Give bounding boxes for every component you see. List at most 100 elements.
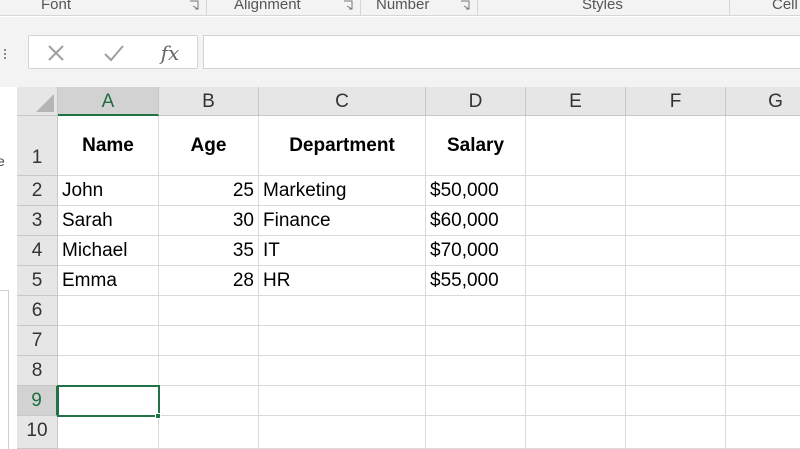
column-header-a[interactable]: A bbox=[58, 87, 159, 116]
cell-g7[interactable] bbox=[726, 326, 800, 356]
row-header-6[interactable]: 6 bbox=[17, 296, 58, 326]
dialog-launcher-icon[interactable] bbox=[189, 0, 199, 10]
cell-d8[interactable] bbox=[426, 356, 526, 386]
ribbon-group-label: Styles bbox=[582, 0, 623, 13]
row-header-7[interactable]: 7 bbox=[17, 326, 58, 356]
cell-c1[interactable]: Department bbox=[259, 116, 426, 176]
cell-e4[interactable] bbox=[526, 236, 626, 266]
cell-e7[interactable] bbox=[526, 326, 626, 356]
cell-b3[interactable]: 30 bbox=[159, 206, 259, 236]
cell-g8[interactable] bbox=[726, 356, 800, 386]
cell-b4[interactable]: 35 bbox=[159, 236, 259, 266]
select-all-button[interactable] bbox=[17, 87, 58, 116]
cell-d1[interactable]: Salary bbox=[426, 116, 526, 176]
row-header-4[interactable]: 4 bbox=[17, 236, 58, 266]
cell-c5[interactable]: HR bbox=[259, 266, 426, 296]
row-header-10[interactable]: 10 bbox=[17, 416, 58, 449]
cell-a6[interactable] bbox=[58, 296, 159, 326]
row-header-3[interactable]: 3 bbox=[17, 206, 58, 236]
cell-a1[interactable]: Name bbox=[58, 116, 159, 176]
cell-e3[interactable] bbox=[526, 206, 626, 236]
column-header-b[interactable]: B bbox=[159, 87, 259, 116]
fill-handle[interactable] bbox=[155, 413, 161, 419]
cell-f5[interactable] bbox=[626, 266, 726, 296]
grip-handle-icon[interactable] bbox=[2, 47, 8, 61]
cell-c7[interactable] bbox=[259, 326, 426, 356]
cell-e10[interactable] bbox=[526, 416, 626, 449]
cell-e6[interactable] bbox=[526, 296, 626, 326]
cell-f3[interactable] bbox=[626, 206, 726, 236]
cell-a7[interactable] bbox=[58, 326, 159, 356]
column-header-g[interactable]: G bbox=[726, 87, 800, 116]
cell-b2[interactable]: 25 bbox=[159, 176, 259, 206]
cell-b6[interactable] bbox=[159, 296, 259, 326]
cell-g9[interactable] bbox=[726, 386, 800, 416]
column-header-e[interactable]: E bbox=[526, 87, 626, 116]
cell-g4[interactable] bbox=[726, 236, 800, 266]
cell-d3[interactable]: $60,000 bbox=[426, 206, 526, 236]
cell-a3[interactable]: Sarah bbox=[58, 206, 159, 236]
row-header-9[interactable]: 9 bbox=[17, 386, 58, 416]
cell-f10[interactable] bbox=[626, 416, 726, 449]
cell-a10[interactable] bbox=[58, 416, 159, 449]
cell-a8[interactable] bbox=[58, 356, 159, 386]
cell-b10[interactable] bbox=[159, 416, 259, 449]
checkmark-icon[interactable] bbox=[99, 42, 129, 64]
cell-g3[interactable] bbox=[726, 206, 800, 236]
row-header-8[interactable]: 8 bbox=[17, 356, 58, 386]
column-header-f[interactable]: F bbox=[626, 87, 726, 116]
cell-e2[interactable] bbox=[526, 176, 626, 206]
cell-b8[interactable] bbox=[159, 356, 259, 386]
dialog-launcher-icon[interactable] bbox=[460, 0, 470, 10]
cell-g10[interactable] bbox=[726, 416, 800, 449]
cell-a2[interactable]: John bbox=[58, 176, 159, 206]
insert-function-button[interactable]: fx bbox=[155, 42, 185, 64]
cell-e5[interactable] bbox=[526, 266, 626, 296]
cell-d5[interactable]: $55,000 bbox=[426, 266, 526, 296]
row-header-5[interactable]: 5 bbox=[17, 266, 58, 296]
cell-d10[interactable] bbox=[426, 416, 526, 449]
cell-b5[interactable]: 28 bbox=[159, 266, 259, 296]
cell-f4[interactable] bbox=[626, 236, 726, 266]
cell-c2[interactable]: Marketing bbox=[259, 176, 426, 206]
column-header-c[interactable]: C bbox=[259, 87, 426, 116]
cell-g1[interactable] bbox=[726, 116, 800, 176]
cell-c8[interactable] bbox=[259, 356, 426, 386]
column-header-d[interactable]: D bbox=[426, 87, 526, 116]
cell-d2[interactable]: $50,000 bbox=[426, 176, 526, 206]
cell-b9[interactable] bbox=[159, 386, 259, 416]
cell-f9[interactable] bbox=[626, 386, 726, 416]
cell-f2[interactable] bbox=[626, 176, 726, 206]
close-icon[interactable] bbox=[41, 42, 71, 64]
cell-d4[interactable]: $70,000 bbox=[426, 236, 526, 266]
cell-g2[interactable] bbox=[726, 176, 800, 206]
cell-g5[interactable] bbox=[726, 266, 800, 296]
cell-c9[interactable] bbox=[259, 386, 426, 416]
cell-d9[interactable] bbox=[426, 386, 526, 416]
cell-c4[interactable]: IT bbox=[259, 236, 426, 266]
cell-b1[interactable]: Age bbox=[159, 116, 259, 176]
cell-c10[interactable] bbox=[259, 416, 426, 449]
cell-a5[interactable]: Emma bbox=[58, 266, 159, 296]
cell-e8[interactable] bbox=[526, 356, 626, 386]
ribbon-group-cells: Cell bbox=[730, 0, 800, 16]
cell-f6[interactable] bbox=[626, 296, 726, 326]
cell-f8[interactable] bbox=[626, 356, 726, 386]
cell-e9[interactable] bbox=[526, 386, 626, 416]
row-header-1[interactable]: 1 bbox=[17, 116, 58, 176]
cell-c6[interactable] bbox=[259, 296, 426, 326]
cell-e1[interactable] bbox=[526, 116, 626, 176]
formula-input[interactable] bbox=[203, 35, 800, 69]
cell-f7[interactable] bbox=[626, 326, 726, 356]
cell-b7[interactable] bbox=[159, 326, 259, 356]
cell-f1[interactable] bbox=[626, 116, 726, 176]
cell-c3[interactable]: Finance bbox=[259, 206, 426, 236]
ribbon-group-font: Font bbox=[0, 0, 207, 16]
row-header-2[interactable]: 2 bbox=[17, 176, 58, 206]
dialog-launcher-icon[interactable] bbox=[343, 0, 353, 10]
cell-d7[interactable] bbox=[426, 326, 526, 356]
cell-d6[interactable] bbox=[426, 296, 526, 326]
cell-g6[interactable] bbox=[726, 296, 800, 326]
active-cell-outline[interactable] bbox=[57, 385, 160, 417]
cell-a4[interactable]: Michael bbox=[58, 236, 159, 266]
